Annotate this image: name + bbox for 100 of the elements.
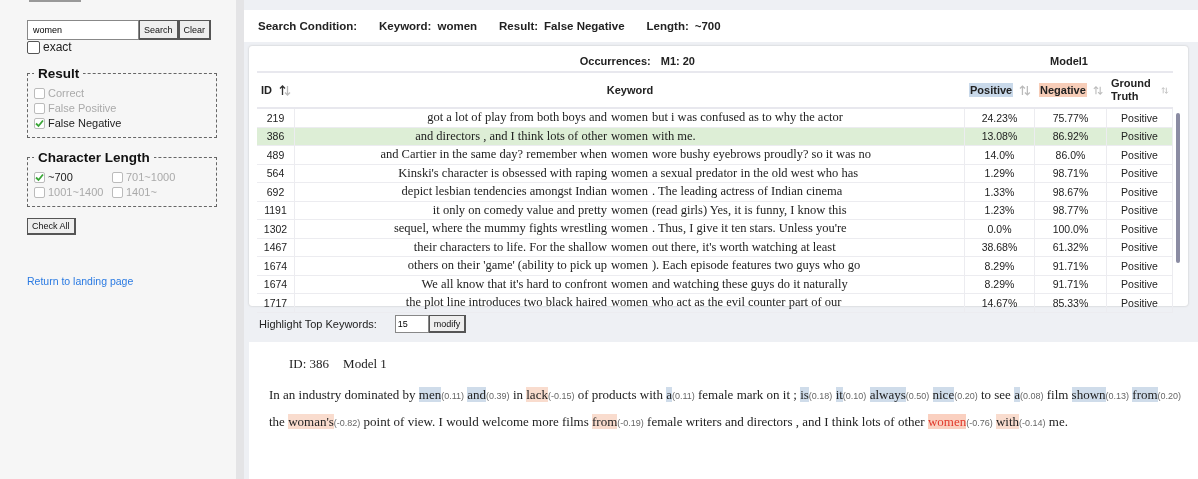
table-row[interactable]: 219 got a lot of play from both boys and women but i was confused as to why the actor 24.23% 75.77% Positive <box>257 109 1173 128</box>
table-cell: 61.32% <box>1035 238 1107 257</box>
column-header: Keyword <box>606 83 654 97</box>
table-row[interactable]: 692 depict lesbian tendencies amongst Indian women . The leading actress of Indian cinema 1.33% 98.67% Positive <box>257 183 1173 202</box>
search-button[interactable]: Search <box>139 20 179 40</box>
group-title: Result <box>37 66 81 81</box>
condition-label: Length: <box>646 20 689 32</box>
table-cell: 38.68% <box>965 238 1035 257</box>
checkbox-label: False Negative <box>48 117 122 129</box>
table-cell: 75.77% <box>1035 109 1107 128</box>
table-cell: sequel, where the mummy fights wrestling women . Thus, I give it ten stars. Unless you're <box>295 220 965 239</box>
column-header: Negative <box>1039 82 1087 98</box>
condition-value: ~700 <box>694 20 721 32</box>
table-cell: Positive <box>1107 127 1173 146</box>
column-header: Ground Truth <box>1111 77 1152 103</box>
checkbox[interactable] <box>34 171 45 183</box>
table-cell: Kinski's character is obsessed with raping women a sexual predator in the old west who has <box>295 164 965 183</box>
table-cell: 1.33% <box>965 183 1035 202</box>
checkbox[interactable] <box>112 171 123 183</box>
table-row[interactable]: 1717 the plot line introduces two black haired women who act as the evil counter part of our 14.67% 85.33% Positive <box>257 294 1173 313</box>
sort-icon[interactable] <box>279 84 291 96</box>
table-row[interactable]: 1674 We all know that it's hard to confront women and watching these guys do it naturally 8.29% 91.71% Positive <box>257 275 1173 294</box>
table-cell: 8.29% <box>965 257 1035 276</box>
checkbox-label: 1401~ <box>126 186 157 198</box>
detail-id: ID: 386 <box>289 356 330 372</box>
condition-value: False Negative <box>544 20 625 32</box>
table-cell: 1717 <box>257 294 295 313</box>
condition-value: women <box>437 20 478 32</box>
table-cell: 219 <box>257 109 295 128</box>
table-cell: 14.67% <box>965 294 1035 313</box>
keyword-count-field[interactable]: 15 <box>394 315 429 333</box>
checkbox[interactable] <box>34 87 45 99</box>
table-cell: 98.67% <box>1035 183 1107 202</box>
table-cell: 1.29% <box>965 164 1035 183</box>
scrollbar[interactable] <box>1176 113 1180 263</box>
column-header: Positive <box>969 82 1014 98</box>
table-cell: the plot line introduces two black haired women who act as the evil counter part of our <box>295 294 965 313</box>
checkbox-label: False Positive <box>48 102 117 114</box>
check-all-button[interactable]: Check All <box>27 218 76 235</box>
table-cell: and directors , and I think lots of other women with me. <box>295 127 965 146</box>
table-cell: Positive <box>1107 294 1173 313</box>
checkbox[interactable] <box>34 117 45 129</box>
search-field[interactable]: women <box>27 20 139 40</box>
condition-title: Search Condition: <box>258 20 358 32</box>
table-cell: 24.23% <box>965 109 1035 128</box>
table-row[interactable]: 1467 their characters to life. For the shallow women out there, it's worth watching at least 38.68% 61.32% Positive <box>257 238 1173 257</box>
review-text: In an industry dominated by men(0.11) and(0.39) in lack(-0.15) of products with a(0.11) female mark on it ; is(0.18) it(0.10) always(0.50) nice(0.20) to see a(0.08) film shown(0.13) from(0.20) the woman's(-0.82) point of view. I would welcome more films from(-0.19) female writers and directors , and I think lots of other women(-0.76) with(-0.14) me. <box>269 386 1183 431</box>
table-cell: Positive <box>1107 183 1173 202</box>
table-cell: 100.0% <box>1035 220 1107 239</box>
table-cell: it only on comedy value and pretty women (read girls) Yes, it is funny, I know this <box>295 201 965 220</box>
table-row[interactable]: 489 and Cartier in the same day? remember when women wore bushy eyebrows proudly? so it was no 14.0% 86.0% Positive <box>257 146 1173 165</box>
table-cell: 1.23% <box>965 201 1035 220</box>
table-cell: 91.71% <box>1035 257 1107 276</box>
table-cell: 14.0% <box>965 146 1035 165</box>
table-cell: 98.71% <box>1035 164 1107 183</box>
table-row[interactable]: 1191 it only on comedy value and pretty women (read girls) Yes, it is funny, I know this 1.23% 98.77% Positive <box>257 201 1173 220</box>
table-cell: Positive <box>1107 109 1173 128</box>
checkbox-label: 701~1000 <box>126 171 176 183</box>
checkbox[interactable] <box>34 186 45 198</box>
table-cell: Positive <box>1107 238 1173 257</box>
table-cell: 8.29% <box>965 275 1035 294</box>
group-title: Character Length <box>37 150 151 165</box>
table-row[interactable]: 1674 others on their 'game' (ability to pick up women ). Each episode features two guys who go 8.29% 91.71% Positive <box>257 257 1173 276</box>
model-header: Model1 <box>965 51 1173 73</box>
search-button[interactable]: Clear <box>178 20 212 40</box>
table-cell: 98.77% <box>1035 201 1107 220</box>
table-cell: Positive <box>1107 275 1173 294</box>
table-cell: 692 <box>257 183 295 202</box>
condition-label: Keyword: <box>379 20 432 32</box>
table-cell: 1191 <box>257 201 295 220</box>
detail-model: Model 1 <box>343 356 387 372</box>
table-cell: We all know that it's hard to confront women and watching these guys do it naturally <box>295 275 965 294</box>
table-cell: Positive <box>1107 257 1173 276</box>
table-cell: 86.92% <box>1035 127 1107 146</box>
table-row[interactable]: 564 Kinski's character is obsessed with raping women a sexual predator in the old west who has 1.29% 98.71% Positive <box>257 164 1173 183</box>
table-cell: 1302 <box>257 220 295 239</box>
table-cell: 91.71% <box>1035 275 1107 294</box>
table-cell: Positive <box>1107 164 1173 183</box>
checkbox-label: 1001~1400 <box>48 186 104 198</box>
table-cell: 386 <box>257 127 295 146</box>
table-cell: 1467 <box>257 238 295 257</box>
table-cell: others on their 'game' (ability to pick up women ). Each episode features two guys who go <box>295 257 965 276</box>
table-cell: and Cartier in the same day? remember when women wore bushy eyebrows proudly? so it was no <box>295 146 965 165</box>
table-cell: 564 <box>257 164 295 183</box>
table-cell: Positive <box>1107 220 1173 239</box>
checkbox[interactable] <box>27 40 40 54</box>
checkbox-label: Correct <box>48 87 85 99</box>
table-cell: got a lot of play from both boys and women but i was confused as to why the actor <box>295 109 965 128</box>
modify-button[interactable]: modify <box>428 315 467 333</box>
table-cell: 86.0% <box>1035 146 1107 165</box>
checkbox[interactable] <box>112 186 123 198</box>
table-cell: depict lesbian tendencies amongst Indian women . The leading actress of Indian cinema <box>295 183 965 202</box>
table-cell: 489 <box>257 146 295 165</box>
checkbox[interactable] <box>34 102 45 114</box>
table-row[interactable]: 1302 sequel, where the mummy fights wrestling women . Thus, I give it ten stars. Unless you're 0.0% 100.0% Positive <box>257 220 1173 239</box>
table-cell: 0.0% <box>965 220 1035 239</box>
table-cell: 1674 <box>257 257 295 276</box>
occurrences-label: Occurrences: <box>579 55 651 67</box>
highlight-label: Highlight Top Keywords: <box>259 318 377 330</box>
landing-page-link[interactable]: Return to landing page <box>27 275 134 287</box>
